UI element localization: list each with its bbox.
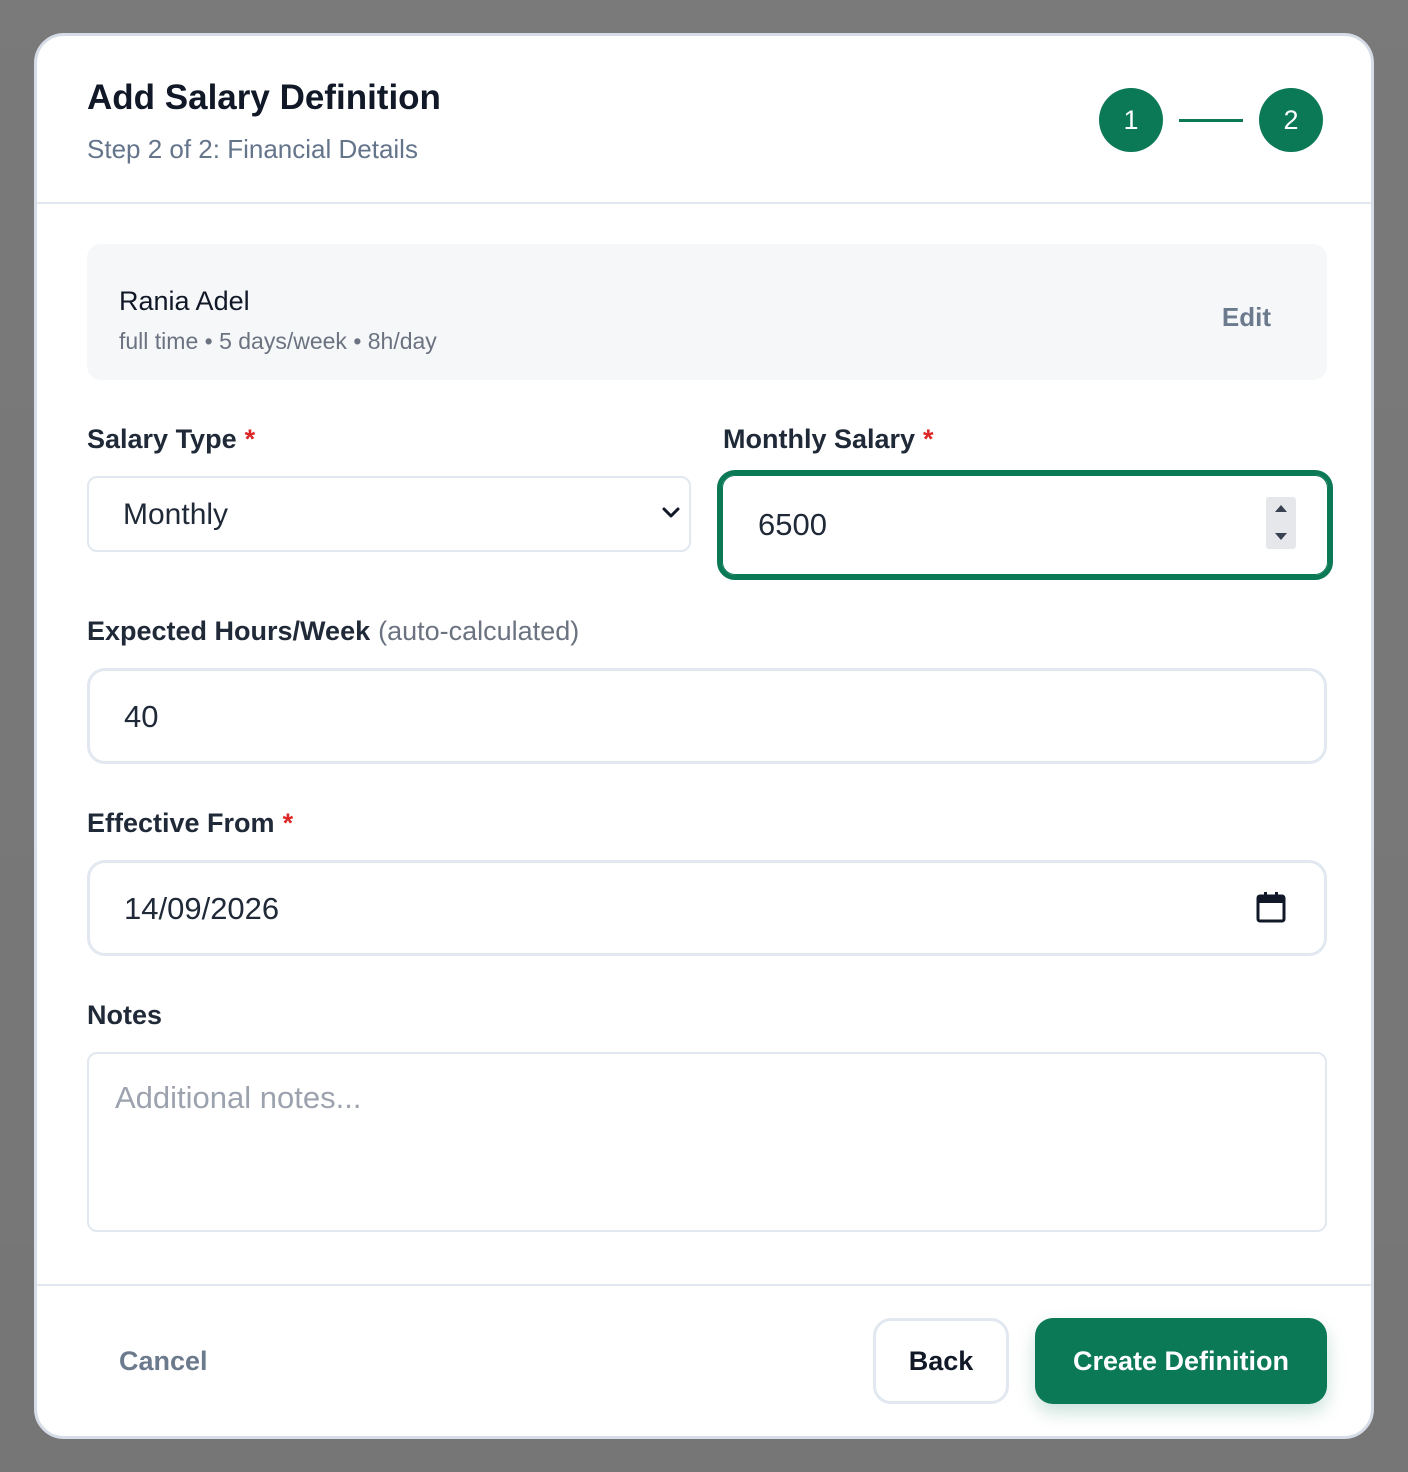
- cancel-button[interactable]: Cancel: [119, 1346, 208, 1377]
- employee-summary-card: Rania Adel full time • 5 days/week • 8h/…: [87, 244, 1327, 380]
- effective-from-value: 14/09/2026: [124, 891, 280, 926]
- number-spinner[interactable]: [1266, 497, 1296, 549]
- dialog-footer: Cancel Back Create Definition: [37, 1284, 1371, 1436]
- required-asterisk: *: [282, 808, 294, 838]
- salary-type-select[interactable]: Monthly: [87, 476, 691, 552]
- spinner-arrows-icon: [1275, 505, 1287, 540]
- employee-schedule-meta: full time • 5 days/week • 8h/day: [119, 328, 437, 354]
- salary-type-label: Salary Type *: [87, 424, 255, 455]
- expected-hours-label: Expected Hours/Week (auto-calculated): [87, 616, 579, 647]
- notes-placeholder: Additional notes...: [115, 1080, 362, 1115]
- auto-calculated-hint: (auto-calculated): [378, 616, 580, 646]
- step-indicator: 1 2: [1099, 88, 1323, 152]
- add-salary-definition-dialog: Add Salary Definition Step 2 of 2: Finan…: [34, 33, 1374, 1439]
- dialog-title: Add Salary Definition: [87, 78, 441, 117]
- step-2-badge: 2: [1259, 88, 1323, 152]
- expected-hours-label-text: Expected Hours/Week: [87, 616, 371, 646]
- chevron-down-icon: [662, 507, 680, 518]
- calendar-icon[interactable]: [1256, 891, 1286, 923]
- monthly-salary-label: Monthly Salary *: [723, 424, 934, 455]
- monthly-salary-value: 6500: [758, 507, 827, 542]
- monthly-salary-label-text: Monthly Salary: [723, 424, 916, 454]
- salary-type-label-text: Salary Type: [87, 424, 237, 454]
- effective-from-label: Effective From *: [87, 808, 293, 839]
- step-1-badge: 1: [1099, 88, 1163, 152]
- create-definition-button[interactable]: Create Definition: [1035, 1318, 1327, 1404]
- notes-textarea[interactable]: Additional notes...: [87, 1052, 1327, 1232]
- salary-type-value: Monthly: [123, 498, 229, 531]
- notes-label: Notes: [87, 1000, 162, 1031]
- back-button[interactable]: Back: [873, 1318, 1009, 1404]
- required-asterisk: *: [244, 424, 256, 454]
- expected-hours-input[interactable]: 40: [87, 668, 1327, 764]
- expected-hours-value: 40: [124, 699, 159, 734]
- monthly-salary-input[interactable]: 6500: [717, 470, 1333, 580]
- dialog-header: Add Salary Definition Step 2 of 2: Finan…: [37, 36, 1371, 204]
- required-asterisk: *: [923, 424, 934, 454]
- effective-from-label-text: Effective From: [87, 808, 275, 838]
- effective-from-date-input[interactable]: 14/09/2026: [87, 860, 1327, 956]
- notes-label-text: Notes: [87, 1000, 163, 1030]
- edit-employee-button[interactable]: Edit: [1222, 302, 1271, 333]
- step-connector: [1179, 118, 1243, 122]
- employee-name: Rania Adel: [119, 286, 250, 316]
- dialog-subtitle: Step 2 of 2: Financial Details: [87, 134, 418, 164]
